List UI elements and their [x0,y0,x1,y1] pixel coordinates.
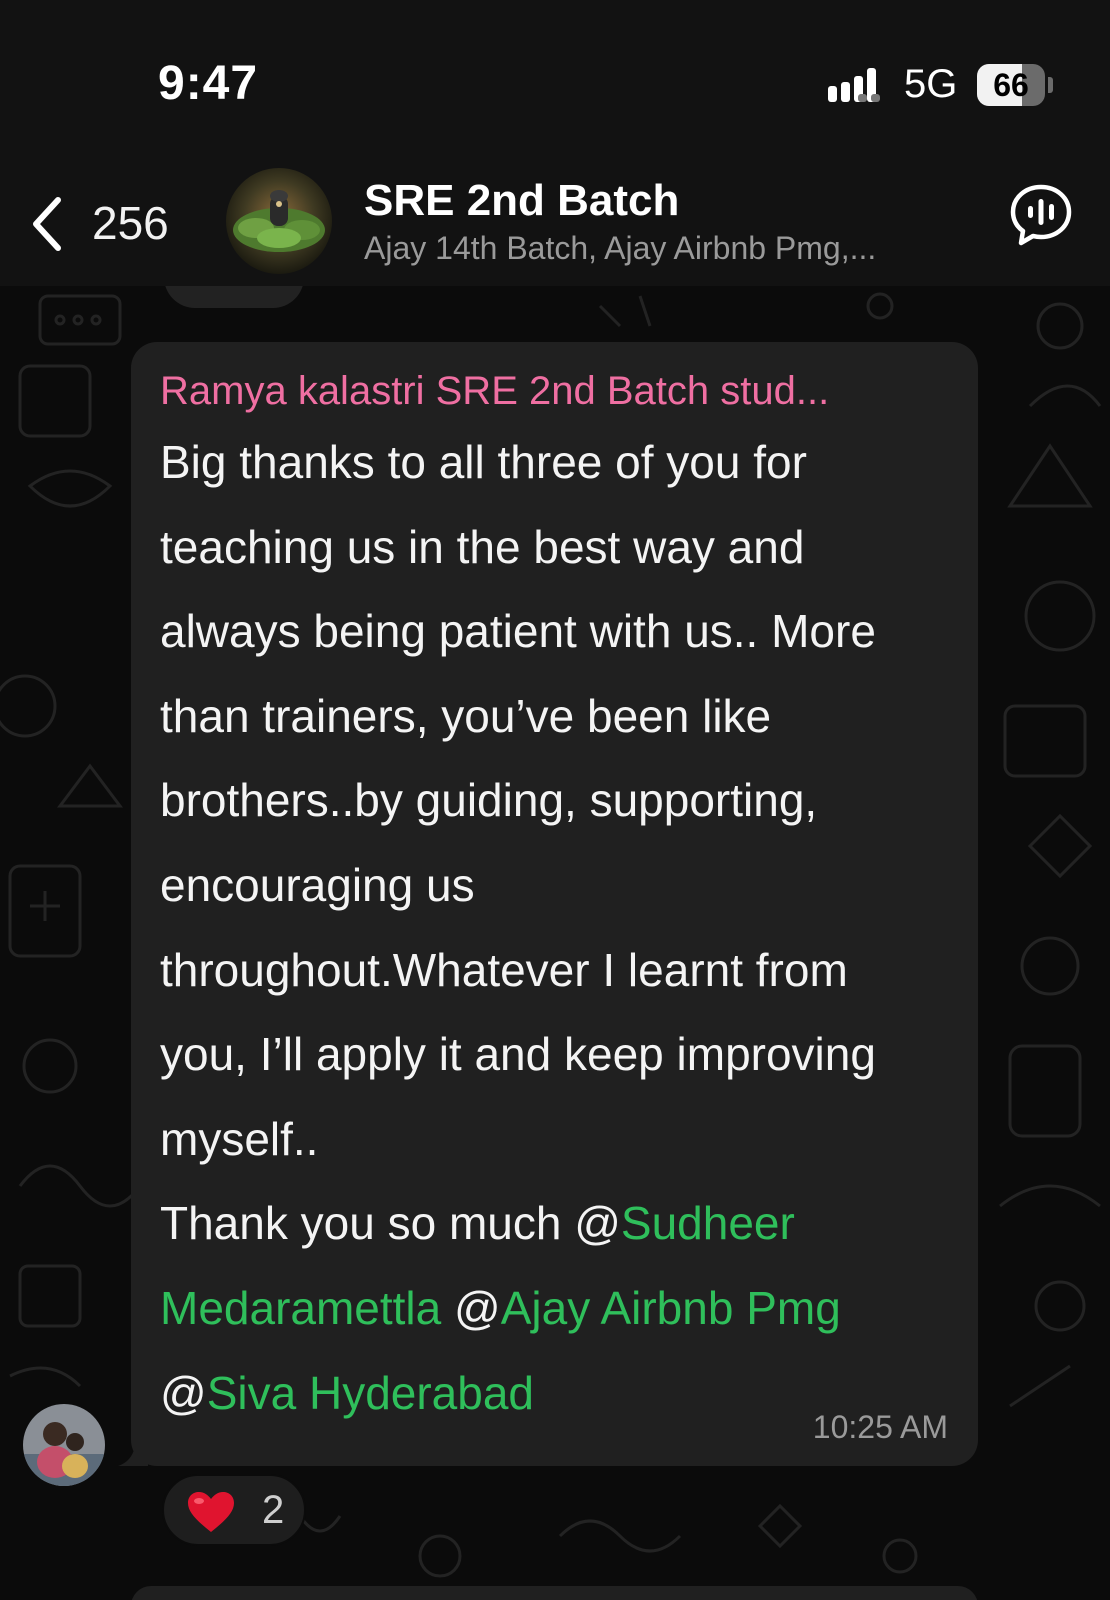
message-time: 10:25 AM [812,1409,948,1445]
group-title[interactable]: SRE 2nd Batch [364,176,679,226]
sender-avatar[interactable] [23,1404,105,1486]
signal-strength-icon [828,68,880,102]
mention-ajay[interactable]: Ajay Airbnb Pmg [501,1282,841,1334]
status-time: 9:47 [158,57,259,110]
chevron-left-icon [33,197,61,251]
mention-at: @ [441,1281,501,1334]
message-body: Big thanks to all three of you for teach… [160,436,876,1250]
message-sender[interactable]: Ramya kalastri SRE 2nd Batch stud... [160,364,948,418]
battery-level: 66 [993,67,1029,103]
group-members-preview: Ajay 14th Batch, Ajay Airbnb Pmg,... [364,230,877,266]
back-button[interactable]: 256 [20,186,180,258]
chat-header: 256 SRE 2nd Batch Ajay 14th Batch, Ajay … [0,150,1110,286]
mention-at: @ [574,1197,621,1250]
battery-icon: 66 [977,64,1053,106]
message-text: Big thanks to all three of you for teach… [160,420,948,1435]
group-avatar[interactable] [226,168,332,274]
reaction-count: 2 [262,1488,285,1532]
status-bar: 9:47 5G 66 [0,0,1110,150]
previous-reaction-pill[interactable] [164,286,304,308]
voice-chat-icon[interactable] [1008,182,1074,248]
next-message-bubble[interactable] [131,1586,978,1600]
bubble-tail [118,1436,148,1466]
mention-at: @ [160,1366,207,1419]
mention-siva[interactable]: Siva Hyderabad [207,1367,534,1419]
chat-area[interactable]: Ramya kalastri SRE 2nd Batch stud... Big… [0,286,1110,1600]
network-type: 5G [904,62,958,106]
unread-count: 256 [92,197,169,249]
message-bubble[interactable]: Ramya kalastri SRE 2nd Batch stud... Big… [131,342,978,1466]
heart-icon [188,1492,234,1532]
reaction-pill[interactable]: 2 [162,1474,306,1546]
